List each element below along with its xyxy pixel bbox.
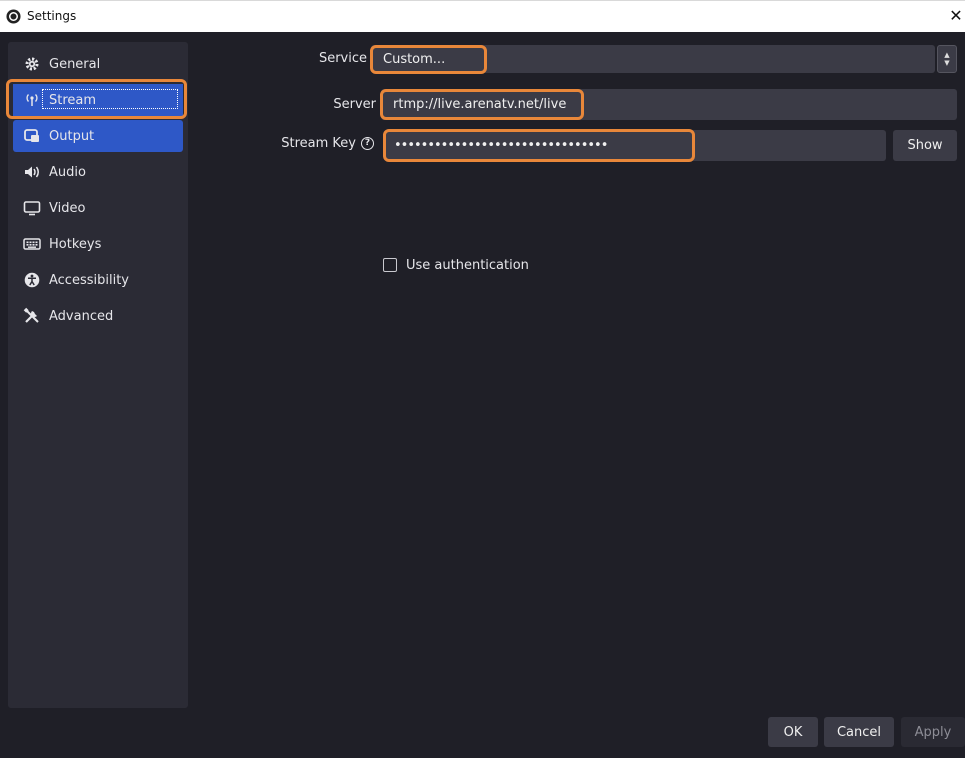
- stream-item-highlight: [6, 79, 187, 119]
- chevron-down-icon: ▼: [944, 59, 950, 67]
- ok-button-label: OK: [783, 724, 803, 740]
- service-label: Service: [318, 51, 367, 66]
- sidebar-item-label: General: [49, 56, 101, 72]
- server-label: Server: [333, 97, 376, 112]
- sidebar-item-label: Output: [49, 128, 95, 144]
- cancel-button[interactable]: Cancel: [824, 717, 894, 747]
- sidebar-item-output[interactable]: Output: [13, 120, 183, 152]
- service-highlight: [370, 45, 487, 74]
- chevron-up-icon: ▲: [944, 51, 950, 59]
- output-icon: [23, 127, 41, 145]
- service-dropdown-arrows[interactable]: ▲ ▼: [937, 45, 957, 73]
- sidebar-item-label: Accessibility: [49, 272, 129, 288]
- gear-icon: [23, 55, 41, 73]
- sidebar-item-label: Audio: [49, 164, 86, 180]
- sidebar-item-accessibility[interactable]: Accessibility: [13, 264, 183, 296]
- sidebar-item-label: Hotkeys: [49, 236, 102, 252]
- help-icon[interactable]: ?: [361, 137, 374, 150]
- settings-sidebar: General Stream Output Audio Video Hotkey…: [8, 42, 188, 708]
- accessibility-icon: [23, 271, 41, 289]
- monitor-icon: [23, 199, 41, 217]
- cancel-button-label: Cancel: [836, 724, 882, 740]
- ok-button[interactable]: OK: [768, 717, 818, 747]
- keyboard-icon: [23, 235, 41, 253]
- sidebar-item-audio[interactable]: Audio: [13, 156, 183, 188]
- sidebar-item-video[interactable]: Video: [13, 192, 183, 224]
- stream-key-label: Stream Key: [281, 136, 356, 151]
- apply-button-label: Apply: [914, 724, 952, 740]
- stream-key-highlight: [383, 129, 695, 162]
- server-highlight: [380, 89, 584, 120]
- show-key-button[interactable]: Show: [893, 130, 957, 161]
- title-bar: Settings ✕: [0, 0, 965, 32]
- sidebar-item-advanced[interactable]: Advanced: [13, 300, 183, 332]
- sidebar-item-general[interactable]: General: [13, 48, 183, 80]
- use-authentication-checkbox[interactable]: [383, 258, 397, 272]
- speaker-icon: [23, 163, 41, 181]
- sidebar-item-hotkeys[interactable]: Hotkeys: [13, 228, 183, 260]
- tools-icon: [23, 307, 41, 325]
- use-authentication-label[interactable]: Use authentication: [406, 258, 529, 273]
- sidebar-item-label: Video: [49, 200, 86, 216]
- sidebar-item-label: Advanced: [49, 308, 114, 324]
- window-title: Settings: [27, 9, 77, 23]
- show-key-button-label: Show: [907, 138, 943, 153]
- obs-logo-icon: [6, 9, 21, 24]
- apply-button[interactable]: Apply: [901, 717, 965, 747]
- close-icon[interactable]: ✕: [947, 5, 965, 27]
